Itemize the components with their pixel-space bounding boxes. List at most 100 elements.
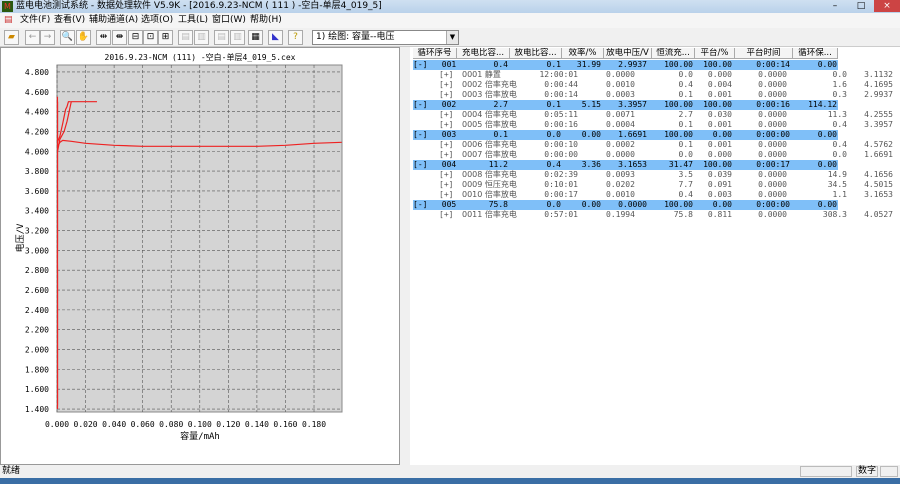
step-row[interactable]: [+] 0008 倍率充电 0:02:39 0.0093 3.5 0.039 0.0000 1… bbox=[410, 170, 900, 180]
expand-toggle[interactable]: [+] bbox=[439, 210, 459, 220]
table-cell: 0.0000 bbox=[606, 70, 635, 79]
maximize-button[interactable]: □ bbox=[848, 0, 874, 12]
column-header[interactable]: 恒流充... bbox=[652, 48, 695, 59]
table-cell: 0.00 bbox=[817, 200, 837, 209]
y-tick-label: 3.400 bbox=[25, 207, 49, 216]
table-cell: 0.1994 bbox=[606, 210, 635, 219]
expand-toggle[interactable]: [+] bbox=[439, 190, 459, 200]
column-header[interactable]: 放电比容... bbox=[510, 48, 562, 59]
expand-toggle[interactable]: [+] bbox=[439, 180, 459, 190]
zoom-icon[interactable]: 🔍 bbox=[60, 30, 75, 45]
expand-toggle[interactable]: [+] bbox=[439, 150, 459, 160]
pane-splitter[interactable] bbox=[400, 47, 410, 465]
toolbar: ▰ ← → 🔍 ✋ ⇹ ⇼ ⊟ ⊡ ⊞ ▤ ▥ ▤ ▥ ▦ ◣ ? 1) 绘图:… bbox=[0, 28, 900, 47]
table-cell: 0.0 bbox=[678, 70, 693, 79]
column-header[interactable]: 放电中压/V bbox=[604, 48, 652, 59]
table-cell: 0.0002 bbox=[606, 140, 635, 149]
table-cell: 34.5 bbox=[827, 180, 847, 189]
table-cell: 4.1656 bbox=[864, 170, 893, 179]
cycle-row[interactable]: [-] 003 0.1 0.0 0.00 1.6691 100.00 0.00 0:00:00 0… bbox=[410, 130, 900, 140]
x-tick-label: 0.020 bbox=[74, 420, 98, 429]
paste-icon[interactable]: ▥ bbox=[194, 30, 209, 45]
cycle-row[interactable]: [-] 001 0.4 0.1 31.99 2.9937 100.00 100.00 0:00:… bbox=[410, 60, 900, 70]
chart-icon[interactable]: ◣ bbox=[268, 30, 283, 45]
step-row[interactable]: [+] 0009 恒压充电 0:10:01 0.0202 7.7 0.091 0.0000 3… bbox=[410, 180, 900, 190]
y-tick-label: 4.400 bbox=[25, 108, 49, 117]
menu-options[interactable]: 选项(O) bbox=[141, 13, 173, 28]
copy-icon[interactable]: ▤ bbox=[178, 30, 193, 45]
step-row[interactable]: [+] 0003 倍率放电 0:00:14 0.0003 0.1 0.001 0.0000 0… bbox=[410, 90, 900, 100]
x-tick-label: 0.060 bbox=[131, 420, 155, 429]
forward-icon[interactable]: → bbox=[40, 30, 55, 45]
minimize-button[interactable]: – bbox=[822, 0, 848, 12]
table-cell: 0.001 bbox=[707, 140, 732, 149]
table-cell: 0.00 bbox=[817, 60, 837, 69]
step-row[interactable]: [+] 0001 静置 12:00:01 0.0000 0.0 0.000 0.0000 0.… bbox=[410, 70, 900, 80]
expand-toggle[interactable]: [+] bbox=[439, 80, 459, 90]
menu-file[interactable]: 文件(F) bbox=[20, 13, 50, 28]
y-tick-label: 2.000 bbox=[25, 346, 49, 355]
menu-aux-channel[interactable]: 辅助通道(A) bbox=[89, 13, 138, 28]
cycle-row[interactable]: [-] 004 11.2 0.4 3.36 3.1653 31.47 100.00 0:00:1… bbox=[410, 160, 900, 170]
fit-all-icon[interactable]: ⊞ bbox=[158, 30, 173, 45]
expand-toggle[interactable]: [+] bbox=[439, 90, 459, 100]
cycle-row[interactable]: [-] 005 75.8 0.0 0.00 0.0000 100.00 0.00 0:00:00… bbox=[410, 200, 900, 210]
expand-x-icon[interactable]: ⇹ bbox=[96, 30, 111, 45]
fit-x-icon[interactable]: ⊟ bbox=[128, 30, 143, 45]
column-header[interactable]: 循环序号 bbox=[413, 48, 457, 59]
help-icon[interactable]: ? bbox=[288, 30, 303, 45]
expand-toggle[interactable]: [+] bbox=[439, 170, 459, 180]
column-header[interactable]: 效率/% bbox=[562, 48, 604, 59]
table-cell: 0.0000 bbox=[758, 70, 787, 79]
table-cell: 3.3957 bbox=[618, 100, 647, 109]
column-header[interactable]: 循环保... bbox=[793, 48, 838, 59]
menu-help[interactable]: 帮助(H) bbox=[250, 13, 282, 28]
step-row[interactable]: [+] 0006 倍率充电 0:00:10 0.0002 0.1 0.001 0.0000 0… bbox=[410, 140, 900, 150]
table-cell: 0:00:14 bbox=[544, 90, 578, 99]
step-row[interactable]: [+] 0002 倍率充电 0:00:44 0.0010 0.4 0.004 0.0000 1… bbox=[410, 80, 900, 90]
y-tick-label: 3.600 bbox=[25, 187, 49, 196]
table-cell: 0.0000 bbox=[618, 200, 647, 209]
table-cell: 3.1132 bbox=[864, 70, 893, 79]
step-row[interactable]: [+] 0007 倍率放电 0:00:00 0.0000 0.0 0.000 0.0000 0… bbox=[410, 150, 900, 160]
column-header[interactable]: 平台/% bbox=[695, 48, 735, 59]
menu-view[interactable]: 查看(V) bbox=[54, 13, 85, 28]
taskbar bbox=[0, 478, 900, 484]
column-header[interactable]: 平台时间 bbox=[735, 48, 793, 59]
expand-toggle[interactable]: [+] bbox=[439, 120, 459, 130]
expand-toggle[interactable]: [+] bbox=[439, 140, 459, 150]
shrink-x-icon[interactable]: ⇼ bbox=[112, 30, 127, 45]
step-row[interactable]: [+] 0004 倍率充电 0:05:11 0.0071 2.7 0.030 0.0000 1… bbox=[410, 110, 900, 120]
menu-bar: ▤ 文件(F) 查看(V) 辅助通道(A) 选项(O) 工具(L) 窗口(W) … bbox=[0, 13, 900, 28]
table-cell: 0.0000 bbox=[758, 170, 787, 179]
table-cell: 0.0071 bbox=[606, 110, 635, 119]
close-button[interactable]: × bbox=[874, 0, 900, 12]
expand-toggle[interactable]: [+] bbox=[439, 110, 459, 120]
step-row[interactable]: [+] 0011 倍率充电 0:57:01 0.1994 75.8 0.811 0.0000… bbox=[410, 210, 900, 220]
y-tick-label: 2.800 bbox=[25, 266, 49, 275]
chevron-down-icon[interactable]: ▼ bbox=[446, 31, 458, 44]
fit-y-icon[interactable]: ⊡ bbox=[143, 30, 158, 45]
step-row[interactable]: [+] 0010 倍率放电 0:00:17 0.0010 0.4 0.003 0.0000 1… bbox=[410, 190, 900, 200]
print-icon[interactable]: ▥ bbox=[230, 30, 245, 45]
table-cell: 4.5015 bbox=[864, 180, 893, 189]
pan-hand-icon[interactable]: ✋ bbox=[76, 30, 91, 45]
cycle-row[interactable]: [-] 002 2.7 0.1 5.15 3.3957 100.00 100.00 0:00:1… bbox=[410, 100, 900, 110]
table-cell: 0.0000 bbox=[758, 180, 787, 189]
step-row[interactable]: [+] 0005 倍率放电 0:00:16 0.0004 0.1 0.001 0.0000 0… bbox=[410, 120, 900, 130]
view-select[interactable]: 1) 绘图: 容量--电压 ▼ bbox=[312, 30, 459, 45]
list-icon[interactable]: ▤ bbox=[214, 30, 229, 45]
back-icon[interactable]: ← bbox=[25, 30, 40, 45]
table-cell: 0.00 bbox=[581, 130, 601, 139]
column-header[interactable]: 充电比容... bbox=[457, 48, 510, 59]
grid-icon[interactable]: ▦ bbox=[248, 30, 263, 45]
table-cell: 1.6691 bbox=[864, 150, 893, 159]
open-icon[interactable]: ▰ bbox=[4, 30, 19, 45]
table-cell: 0.003 bbox=[707, 190, 732, 199]
menu-window[interactable]: 窗口(W) bbox=[212, 13, 246, 28]
expand-toggle[interactable]: [+] bbox=[439, 70, 459, 80]
menu-tools[interactable]: 工具(L) bbox=[178, 13, 208, 28]
y-tick-label: 1.400 bbox=[25, 405, 49, 414]
y-tick-label: 1.600 bbox=[25, 385, 49, 394]
table-cell: 0:00:14 bbox=[756, 60, 790, 69]
